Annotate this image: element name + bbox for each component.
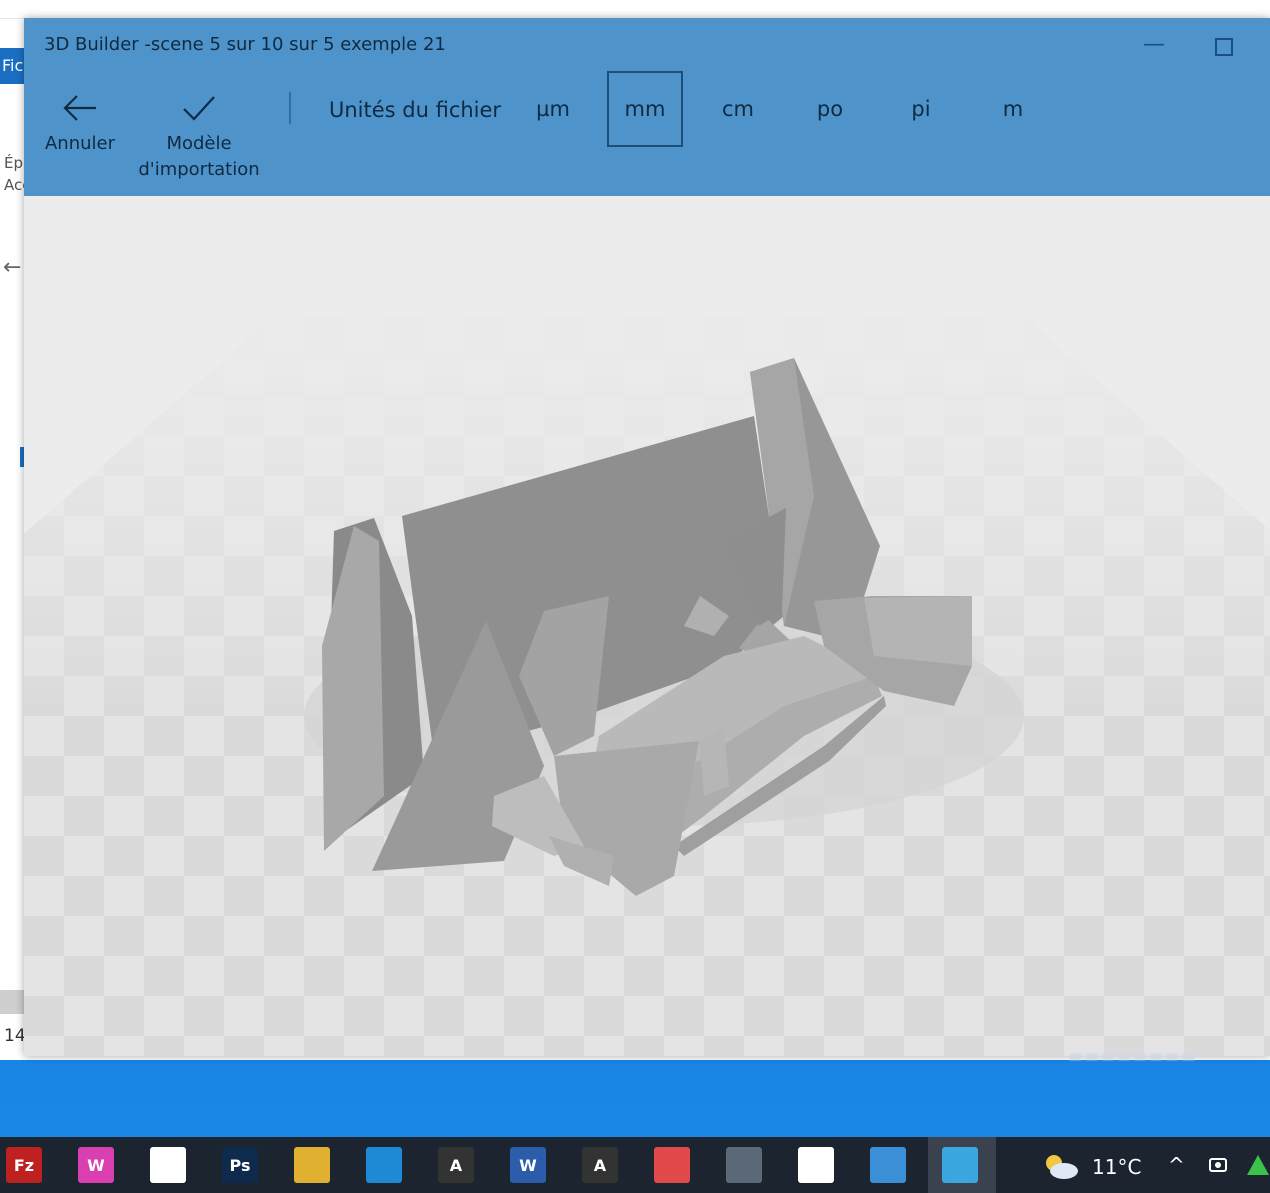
taskbar-app-pink-icon[interactable]: W [78,1147,114,1183]
taskbar-file-icon[interactable] [150,1147,186,1183]
unit-foot-button[interactable]: pi [883,71,959,147]
explorer-scrollbar[interactable] [0,990,26,1014]
import-model-button[interactable]: Modèle d'importation [134,88,264,183]
taskbar-circle-app-icon[interactable] [798,1147,834,1183]
explorer-side-label: Ép [4,154,23,172]
cancel-button[interactable]: Annuler [42,88,118,157]
meet-now-icon[interactable] [1207,1153,1229,1182]
file-units-label: Unités du fichier [329,98,502,122]
explorer-side-label: Acc [4,176,26,194]
explorer-titlebar [0,0,1270,19]
3d-viewport[interactable] [24,196,1270,1056]
temperature-text[interactable]: 11°C [1092,1155,1141,1179]
chevron-up-icon[interactable]: ^ [1168,1153,1185,1177]
taskbar-vscode-icon[interactable] [366,1147,402,1183]
taskbar-autocad-1-icon[interactable]: A [438,1147,474,1183]
unit-micrometer-button[interactable]: µm [515,71,591,147]
import-label-line2: d'importation [138,159,260,180]
3d-builder-window: 3D Builder -scene 5 sur 10 sur 5 exemple… [24,18,1270,1056]
maximize-icon [1215,38,1233,56]
blurred-desktop-caption: ▬▬▬▬▬▬▬▬ [1068,1046,1197,1065]
back-arrow-icon [42,88,118,128]
tray-green-icon[interactable] [1246,1153,1270,1182]
maximize-button[interactable] [1210,32,1238,60]
cancel-label: Annuler [44,133,115,154]
unit-inch-button[interactable]: po [792,71,868,147]
taskbar-paint-tool-icon[interactable] [654,1147,690,1183]
import-label-line1: Modèle [166,133,232,154]
unit-meter-button[interactable]: m [975,71,1051,147]
taskbar-calculator-icon[interactable] [726,1147,762,1183]
window-title: 3D Builder -scene 5 sur 10 sur 5 exemple… [44,34,446,55]
explorer-status-text: 14 [4,1026,26,1046]
taskbar-autocad-2-icon[interactable]: A [582,1147,618,1183]
minimize-button[interactable]: — [1140,32,1168,60]
scene-canvas [24,196,1270,1056]
toolbar-divider [289,92,291,124]
explorer-back-arrow-icon[interactable]: ← [3,255,21,280]
taskbar-3d-builder-icon[interactable] [942,1147,978,1183]
taskbar-color-app-icon[interactable] [294,1147,330,1183]
partly-cloudy-icon[interactable] [1040,1151,1080,1186]
taskbar: Fz W Ps A W A 11°C ^ [0,1137,1270,1193]
taskbar-photoshop-icon[interactable]: Ps [222,1147,258,1183]
checkmark-icon [134,88,264,128]
unit-centimeter-button[interactable]: cm [700,71,776,147]
unit-millimeter-button[interactable]: mm [607,71,683,147]
app-header: 3D Builder -scene 5 sur 10 sur 5 exemple… [24,18,1270,196]
taskbar-filezilla-icon[interactable]: Fz [6,1147,42,1183]
taskbar-word-icon[interactable]: W [510,1147,546,1183]
taskbar-photos-icon[interactable] [870,1147,906,1183]
